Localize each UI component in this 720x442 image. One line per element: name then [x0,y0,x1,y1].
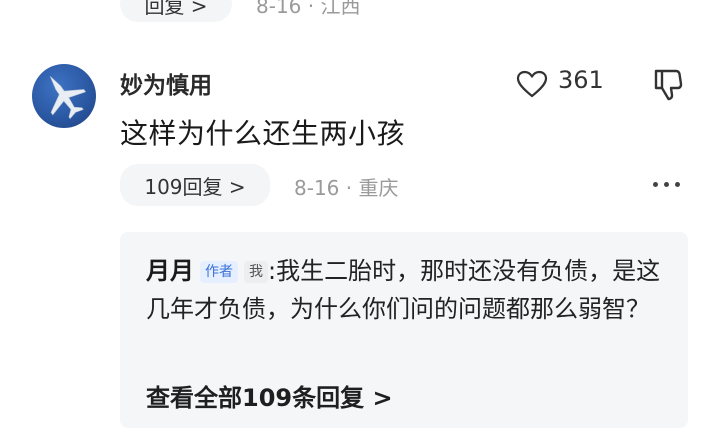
reply-author[interactable]: 月月 [146,257,194,285]
comment-username[interactable]: 妙为慎用 [120,66,212,100]
reply-preview: 月月 作者我:我生二胎时，那时还没有负债，是这几年才负债，为什么你们问的问题都那么… [146,252,666,328]
reply-count-button[interactable]: 109回复 > [120,164,270,206]
comment-meta: 8-16 · 重庆 [294,176,399,200]
previous-reply-button[interactable]: 回复 > [120,0,232,22]
fighter-jet-icon [49,76,87,120]
previous-comment-footer: 回复 > 8-16 · 江西 [0,0,720,22]
previous-comment-meta: 8-16 · 江西 [256,0,361,18]
thumbs-down-outline-icon[interactable] [652,68,684,102]
fighter-jet-avatar[interactable] [32,64,96,128]
reply-preview-box[interactable]: 月月 作者我:我生二胎时，那时还没有负债，是这几年才负债，为什么你们问的问题都那么… [120,232,688,428]
heart-outline-icon[interactable] [516,70,548,98]
more-dots-icon[interactable] [653,182,680,187]
like-count: 361 [558,66,604,94]
author-badge: 作者 [200,261,238,283]
reply-separator: : [268,257,277,285]
reply-count-label: 109回复 > [144,174,246,199]
comment-text: 这样为什么还生两小孩 [120,117,406,150]
me-badge: 我 [244,261,268,283]
view-all-replies-link[interactable]: 查看全部109条回复 > [146,378,393,413]
previous-reply-label: 回复 > [144,0,208,18]
